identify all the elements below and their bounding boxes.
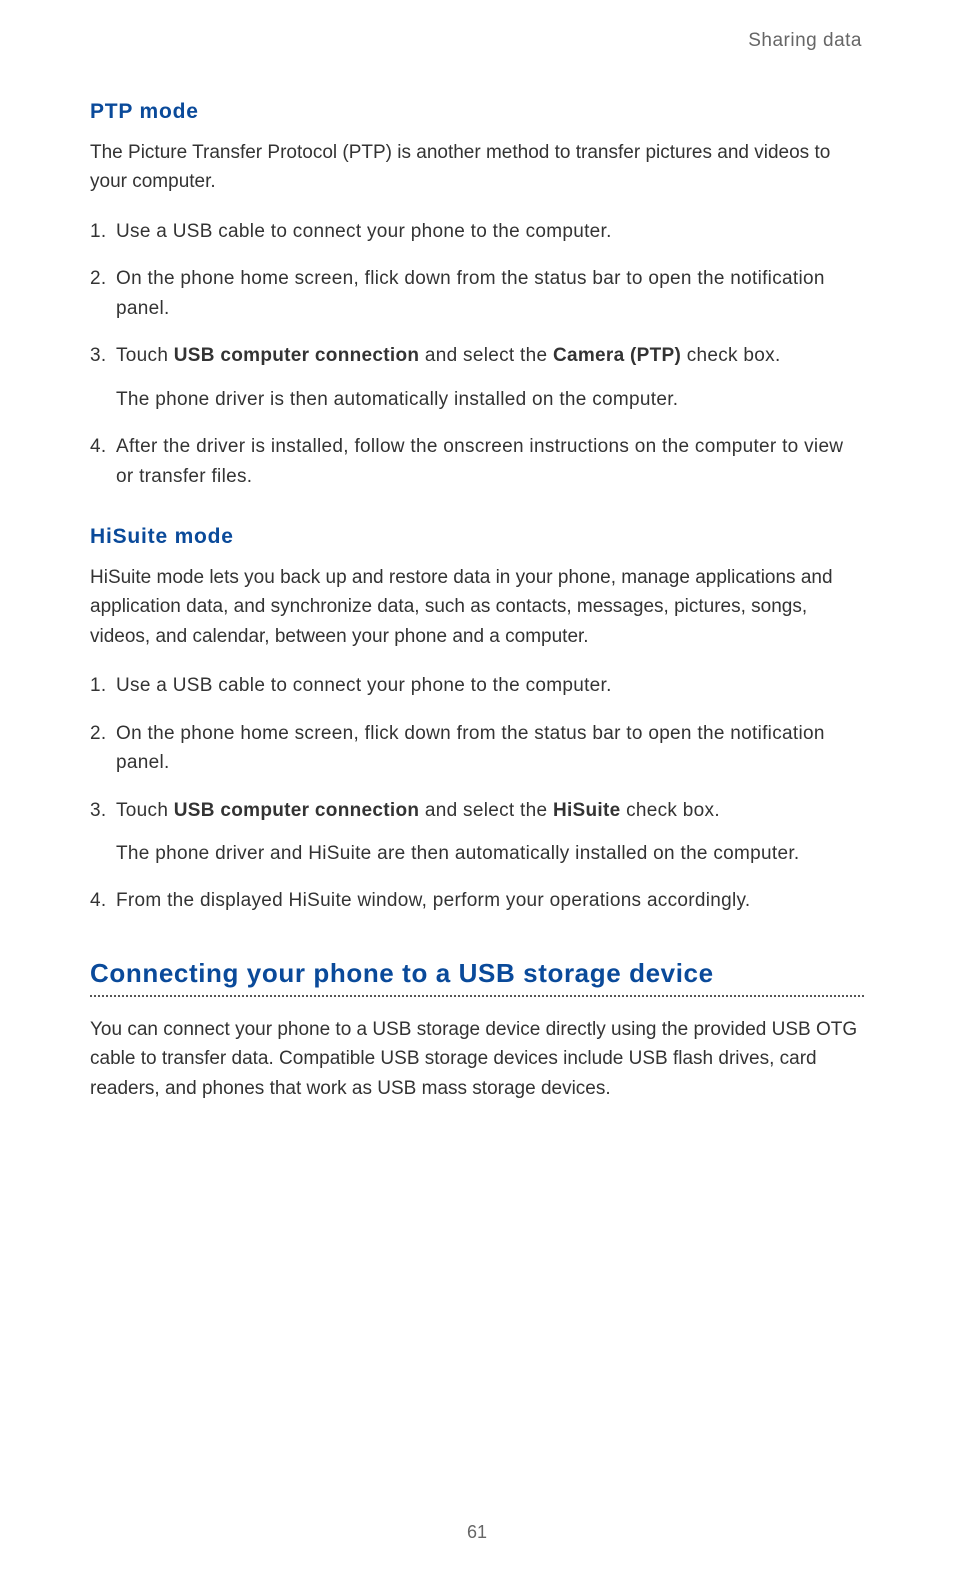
hisuite-step-1: Use a USB cable to connect your phone to… xyxy=(90,671,864,700)
hisuite-step-3-bold-1: USB computer connection xyxy=(174,800,419,821)
ptp-step-3-text-a: Touch xyxy=(116,345,174,366)
ptp-step-4: After the driver is installed, follow th… xyxy=(90,432,864,491)
hisuite-step-3-bold-2: HiSuite xyxy=(553,800,621,821)
ptp-step-3-text-e: check box. xyxy=(681,345,780,366)
hisuite-step-2: On the phone home screen, flick down fro… xyxy=(90,719,864,778)
ptp-step-3-bold-1: USB computer connection xyxy=(174,345,419,366)
hisuite-step-4: From the displayed HiSuite window, perfo… xyxy=(90,886,864,915)
ptp-heading: PTP mode xyxy=(90,100,864,124)
ptp-intro: The Picture Transfer Protocol (PTP) is a… xyxy=(90,138,864,197)
usb-storage-heading: Connecting your phone to a USB storage d… xyxy=(90,958,864,989)
hisuite-step-3-text-c: and select the xyxy=(419,800,553,821)
dotted-divider xyxy=(90,995,864,997)
ptp-step-3-note: The phone driver is then automatically i… xyxy=(116,385,864,414)
hisuite-intro: HiSuite mode lets you back up and restor… xyxy=(90,563,864,651)
ptp-step-3: Touch USB computer connection and select… xyxy=(90,341,864,414)
ptp-step-3-text-c: and select the xyxy=(419,345,553,366)
ptp-step-2: On the phone home screen, flick down fro… xyxy=(90,264,864,323)
usb-storage-body: You can connect your phone to a USB stor… xyxy=(90,1015,864,1103)
hisuite-heading: HiSuite mode xyxy=(90,525,864,549)
hisuite-steps: Use a USB cable to connect your phone to… xyxy=(90,671,864,916)
ptp-steps: Use a USB cable to connect your phone to… xyxy=(90,217,864,491)
hisuite-step-3: Touch USB computer connection and select… xyxy=(90,796,864,869)
hisuite-step-3-text-e: check box. xyxy=(621,800,720,821)
chapter-title: Sharing data xyxy=(90,30,864,52)
ptp-step-3-bold-2: Camera (PTP) xyxy=(553,345,681,366)
hisuite-step-3-text-a: Touch xyxy=(116,800,174,821)
page-number: 61 xyxy=(0,1522,954,1543)
page-content: Sharing data PTP mode The Picture Transf… xyxy=(0,0,954,1163)
hisuite-step-3-note: The phone driver and HiSuite are then au… xyxy=(116,839,864,868)
ptp-step-1: Use a USB cable to connect your phone to… xyxy=(90,217,864,246)
